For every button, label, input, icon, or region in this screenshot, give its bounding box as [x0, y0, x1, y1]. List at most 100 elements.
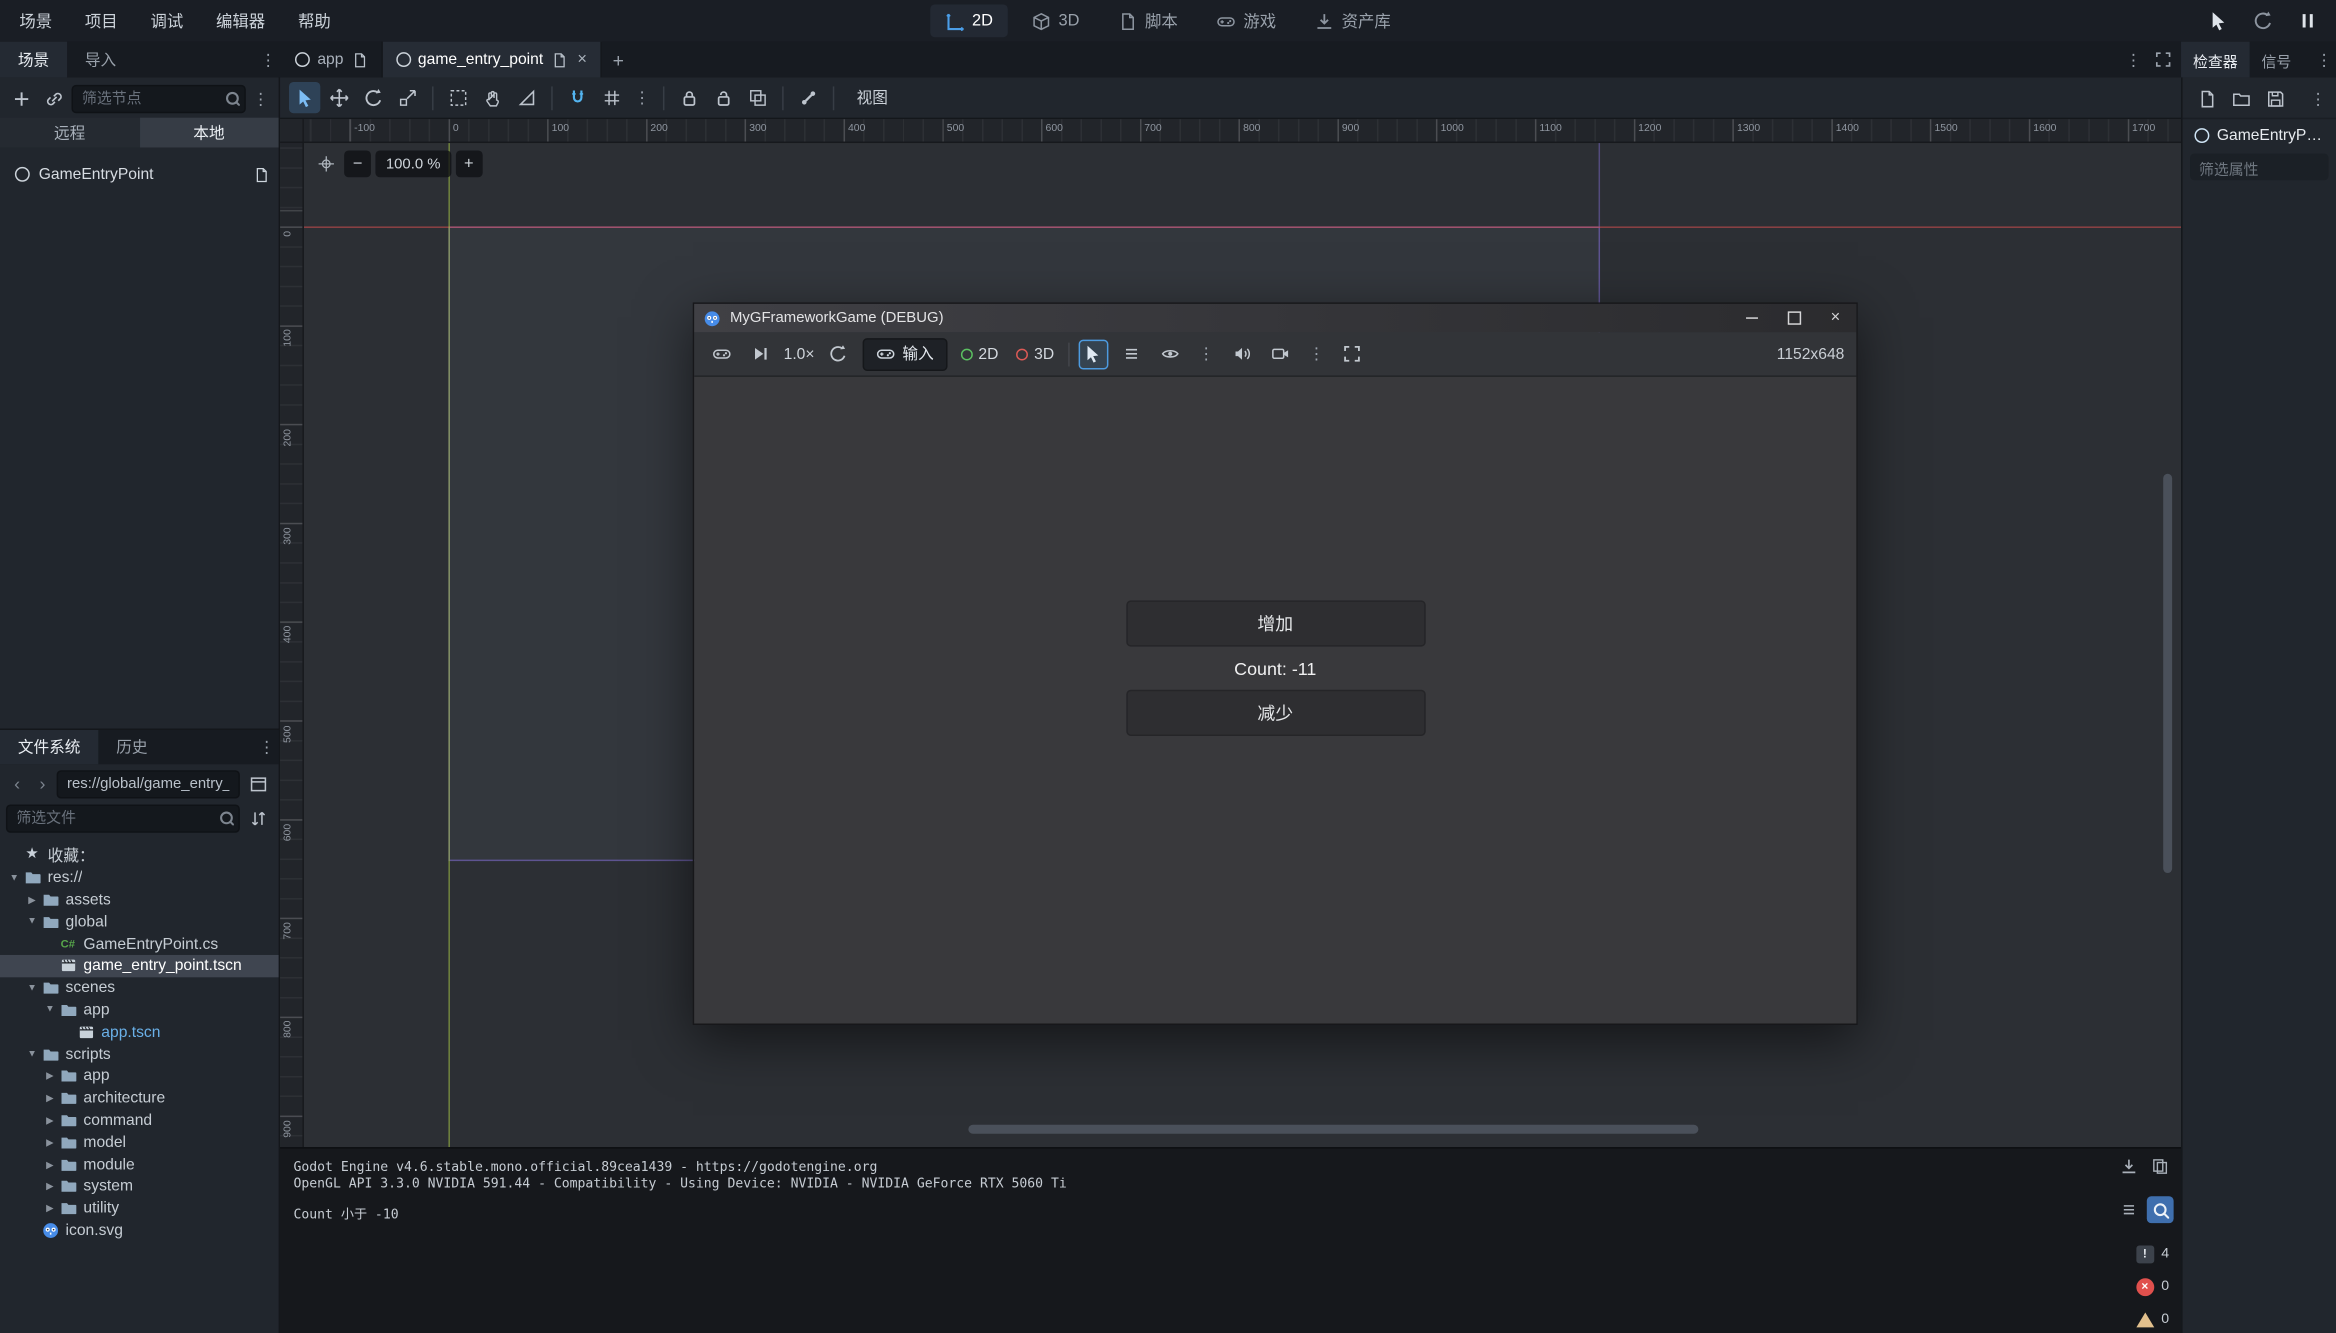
- embed-cursor-button[interactable]: [2202, 4, 2235, 37]
- menu-scene[interactable]: 场景: [3, 0, 69, 42]
- camera-options-menu-button[interactable]: ⋮: [1304, 344, 1328, 363]
- menu-help[interactable]: 帮助: [282, 0, 348, 42]
- scene-tab-game-entry-point[interactable]: game_entry_point ×: [382, 42, 602, 78]
- scale-tool-button[interactable]: [392, 82, 423, 113]
- history-back-button[interactable]: ‹: [6, 770, 28, 797]
- dock-tab-signals[interactable]: 信号: [2250, 42, 2304, 78]
- input-mode-button[interactable]: 输入: [862, 337, 947, 370]
- scene-tree-root-node[interactable]: GameEntryPoint: [0, 161, 279, 188]
- group-selected-button[interactable]: [742, 82, 773, 113]
- snap-options-menu-button[interactable]: ⋮: [630, 88, 654, 107]
- reset-speed-button[interactable]: [823, 339, 853, 369]
- error-count-filter[interactable]: × 0: [2136, 1274, 2174, 1299]
- file-row[interactable]: ★收藏：: [0, 845, 279, 867]
- expand-arrow-icon[interactable]: ▶: [42, 1202, 58, 1214]
- local-toggle-button[interactable]: 本地: [139, 118, 278, 148]
- instance-scene-button[interactable]: [39, 83, 69, 113]
- node-filter-input[interactable]: [72, 85, 246, 113]
- filesystem-dock-menu-button[interactable]: ⋮: [255, 730, 279, 764]
- skeleton-options-button[interactable]: [793, 82, 824, 113]
- debug-2d-toggle[interactable]: 2D: [956, 345, 1003, 363]
- copy-log-button[interactable]: [2147, 1153, 2174, 1180]
- pause-game-button[interactable]: [2291, 4, 2324, 37]
- workspace-2d-button[interactable]: 2D: [930, 4, 1008, 37]
- dock-tab-scene[interactable]: 场景: [0, 42, 67, 78]
- expand-arrow-icon[interactable]: ▶: [42, 1158, 58, 1170]
- new-scene-tab-button[interactable]: +: [602, 42, 635, 78]
- workspace-script-button[interactable]: 脚本: [1103, 4, 1192, 37]
- menu-editor[interactable]: 编辑器: [200, 0, 282, 42]
- inspector-extra-menu-button[interactable]: ⋮: [2306, 89, 2330, 108]
- warning-count-filter[interactable]: 0: [2136, 1307, 2174, 1332]
- file-row[interactable]: ▼res://: [0, 867, 279, 889]
- next-frame-button[interactable]: [745, 339, 775, 369]
- history-forward-button[interactable]: ›: [31, 770, 53, 797]
- mute-audio-button[interactable]: [1227, 339, 1257, 369]
- toggle-split-mode-button[interactable]: [243, 769, 273, 799]
- file-row[interactable]: ▼global: [0, 911, 279, 933]
- tab-history[interactable]: 历史: [98, 730, 165, 764]
- selection-list-button[interactable]: [1117, 339, 1147, 369]
- expand-arrow-icon[interactable]: ▶: [42, 1092, 58, 1104]
- new-resource-button[interactable]: [2191, 83, 2221, 113]
- camera-override-button[interactable]: [1266, 339, 1296, 369]
- sort-files-button[interactable]: [243, 803, 273, 833]
- property-filter-input[interactable]: 筛选属性: [2190, 153, 2329, 180]
- suspend-game-button[interactable]: [706, 339, 736, 369]
- file-row[interactable]: ▼scenes: [0, 977, 279, 999]
- expand-arrow-icon[interactable]: ▶: [42, 1180, 58, 1192]
- file-row[interactable]: ▶command: [0, 1109, 279, 1131]
- tab-filesystem[interactable]: 文件系统: [0, 730, 98, 764]
- collapse-arrow-icon[interactable]: ▼: [24, 983, 40, 993]
- center-view-icon[interactable]: [313, 150, 340, 177]
- load-resource-button[interactable]: [2226, 83, 2256, 113]
- current-path-input[interactable]: [57, 770, 240, 798]
- 2d-viewport[interactable]: − 100.0 % + MyGFrameworkGame (DEBUG) × 1…: [280, 119, 2181, 1147]
- file-row[interactable]: ▶architecture: [0, 1087, 279, 1109]
- menu-project[interactable]: 项目: [69, 0, 135, 42]
- file-row[interactable]: ▶module: [0, 1153, 279, 1175]
- collapse-arrow-icon[interactable]: ▼: [24, 917, 40, 927]
- add-node-button[interactable]: [6, 83, 36, 113]
- unlock-selected-button[interactable]: [708, 82, 739, 113]
- lock-selected-button[interactable]: [673, 82, 704, 113]
- decrease-button[interactable]: 减少: [1126, 690, 1425, 736]
- runtime-select-tool-button[interactable]: [1078, 339, 1108, 369]
- file-row[interactable]: app.tscn: [0, 1021, 279, 1043]
- collapse-arrow-icon[interactable]: ▼: [24, 1049, 40, 1059]
- distraction-free-button[interactable]: [2148, 45, 2178, 75]
- grid-snap-button[interactable]: [596, 82, 627, 113]
- selection-options-menu-button[interactable]: ⋮: [1194, 344, 1218, 363]
- file-row[interactable]: ▶app: [0, 1065, 279, 1087]
- move-tool-button[interactable]: [323, 82, 354, 113]
- smart-snap-button[interactable]: [562, 82, 593, 113]
- maximize-button[interactable]: [1773, 304, 1815, 332]
- select-region-button[interactable]: [442, 82, 473, 113]
- collapse-arrow-icon[interactable]: ▼: [6, 873, 22, 883]
- dock-tab-inspector[interactable]: 检查器: [2181, 42, 2250, 78]
- file-row[interactable]: ▶system: [0, 1175, 279, 1197]
- menu-debug[interactable]: 调试: [134, 0, 200, 42]
- expand-arrow-icon[interactable]: ▶: [42, 1070, 58, 1082]
- file-row[interactable]: game_entry_point.tscn: [0, 955, 279, 977]
- save-log-button[interactable]: [2116, 1153, 2143, 1180]
- expand-arrow-icon[interactable]: ▶: [24, 894, 40, 906]
- open-script-icon[interactable]: [253, 166, 269, 182]
- scene-tree-menu-button[interactable]: ⋮: [249, 89, 273, 108]
- file-row[interactable]: ▶model: [0, 1131, 279, 1153]
- canvas-area[interactable]: − 100.0 % + MyGFrameworkGame (DEBUG) × 1…: [304, 143, 2181, 1147]
- ruler-tool-button[interactable]: [511, 82, 542, 113]
- file-row[interactable]: ▼app: [0, 999, 279, 1021]
- time-scale-label[interactable]: 1.0×: [784, 345, 815, 363]
- file-row[interactable]: ▼scripts: [0, 1043, 279, 1065]
- game-window-titlebar[interactable]: MyGFrameworkGame (DEBUG) ×: [694, 304, 1856, 332]
- inspector-dock-menu-button[interactable]: ⋮: [2312, 42, 2336, 78]
- close-tab-icon[interactable]: ×: [577, 51, 587, 69]
- select-tool-button[interactable]: [289, 82, 320, 113]
- pan-tool-button[interactable]: [477, 82, 508, 113]
- tab-list-menu-button[interactable]: ⋮: [2121, 50, 2145, 69]
- embed-fullscreen-button[interactable]: [1337, 339, 1367, 369]
- search-log-button[interactable]: [2147, 1196, 2174, 1223]
- restart-game-button[interactable]: [2247, 4, 2280, 37]
- close-window-button[interactable]: ×: [1815, 304, 1857, 332]
